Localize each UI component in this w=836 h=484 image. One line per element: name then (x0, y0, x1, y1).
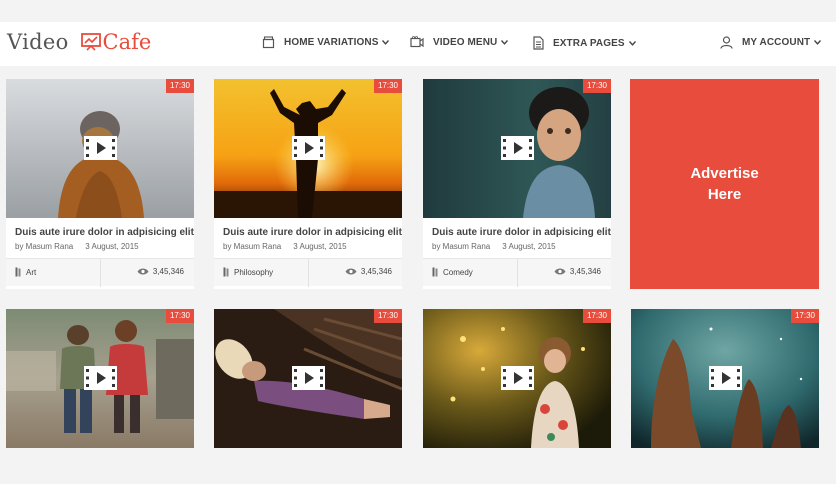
ad-line-1: Advertise (690, 165, 759, 182)
play-icon[interactable] (292, 366, 325, 390)
author[interactable]: by Masum Rana (223, 242, 281, 251)
video-card[interactable]: 17:30 Duis aute irure dolor in adpisicin… (214, 79, 402, 289)
category-label: Art (26, 267, 37, 277)
video-title[interactable]: Duis aute irure dolor in adpisicing elit (223, 227, 402, 238)
ad-line-2: Here (707, 186, 742, 203)
eye-icon (345, 268, 357, 275)
divider (100, 259, 101, 287)
play-icon[interactable] (84, 366, 117, 390)
publish-date: 3 August, 2015 (293, 242, 347, 251)
play-icon[interactable] (292, 136, 325, 160)
video-meta: by Masum Rana 3 August, 2015 (15, 242, 139, 251)
top-strip (0, 0, 836, 22)
video-card[interactable]: 17:30 Duis aute irure dolor in adpisicin… (6, 79, 194, 289)
views-label: 3,45,346 (152, 267, 184, 276)
play-icon[interactable] (501, 136, 534, 160)
eye-icon (554, 268, 566, 275)
duration-badge: 17:30 (582, 79, 611, 93)
views-label: 3,45,346 (360, 267, 392, 276)
nav-extra-pages[interactable]: EXTRA PAGES (533, 36, 636, 50)
card-footer: Art 3,45,346 (6, 258, 194, 287)
divider (517, 259, 518, 287)
books-icon (223, 267, 230, 277)
user-icon (720, 36, 733, 49)
eye-icon (137, 268, 149, 275)
chevron-down-icon (501, 39, 509, 45)
nav-label: EXTRA PAGES (553, 37, 625, 49)
presentation-chart-icon (80, 33, 101, 51)
category-label: Comedy (443, 267, 473, 277)
bottom-strip (0, 456, 836, 484)
books-icon (432, 267, 439, 277)
ad-text: Advertise Here (690, 163, 758, 205)
duration-badge: 17:30 (165, 309, 194, 323)
play-icon[interactable] (84, 136, 117, 160)
box-icon (262, 36, 275, 49)
duration-badge: 17:30 (373, 79, 402, 93)
nav-label: HOME VARIATIONS (284, 37, 379, 48)
view-count: 3,45,346 (554, 267, 601, 276)
video-camera-icon (410, 36, 424, 48)
nav-my-account[interactable]: MY ACCOUNT (720, 36, 822, 49)
category-link[interactable]: Art (15, 267, 36, 277)
card-footer: Comedy 3,45,346 (423, 258, 611, 287)
video-card[interactable]: 17:30 (423, 309, 611, 448)
duration-badge: 17:30 (373, 309, 402, 323)
video-card[interactable]: 17:30 (631, 309, 819, 448)
author[interactable]: by Masum Rana (432, 242, 490, 251)
video-meta: by Masum Rana 3 August, 2015 (223, 242, 347, 251)
video-title[interactable]: Duis aute irure dolor in adpisicing elit (15, 227, 194, 238)
nav-video-menu[interactable]: VIDEO MENU (410, 36, 509, 48)
site-logo[interactable]: Video Cafe (7, 30, 151, 54)
duration-badge: 17:30 (582, 309, 611, 323)
views-label: 3,45,346 (569, 267, 601, 276)
category-label: Philosophy (234, 267, 274, 277)
site-header: Video Cafe HOME VARIATIONS VIDEO MENU EX… (0, 22, 836, 66)
video-title[interactable]: Duis aute irure dolor in adpisicing elit (432, 227, 611, 238)
video-card[interactable]: 17:30 Duis aute irure dolor in adpisicin… (423, 79, 611, 289)
document-icon (533, 36, 544, 50)
logo-text-cafe: Cafe (102, 30, 152, 54)
card-footer: Philosophy 3,45,346 (214, 258, 402, 287)
nav-home-variations[interactable]: HOME VARIATIONS (262, 36, 390, 49)
category-link[interactable]: Comedy (432, 267, 473, 277)
advertisement-block[interactable]: Advertise Here (630, 79, 819, 289)
divider (308, 259, 309, 287)
logo-text-video: Video (7, 30, 69, 54)
publish-date: 3 August, 2015 (85, 242, 139, 251)
category-link[interactable]: Philosophy (223, 267, 273, 277)
play-icon[interactable] (501, 366, 534, 390)
author[interactable]: by Masum Rana (15, 242, 73, 251)
nav-label: MY ACCOUNT (742, 37, 811, 48)
play-icon[interactable] (709, 366, 742, 390)
duration-badge: 17:30 (790, 309, 819, 323)
video-meta: by Masum Rana 3 August, 2015 (432, 242, 556, 251)
books-icon (15, 267, 22, 277)
video-card[interactable]: 17:30 (6, 309, 194, 448)
chevron-down-icon (382, 40, 390, 45)
video-card[interactable]: 17:30 (214, 309, 402, 448)
nav-label: VIDEO MENU (433, 36, 498, 48)
view-count: 3,45,346 (345, 267, 392, 276)
chevron-down-icon (628, 40, 636, 46)
duration-badge: 17:30 (165, 79, 194, 93)
publish-date: 3 August, 2015 (502, 242, 556, 251)
view-count: 3,45,346 (137, 267, 184, 276)
chevron-down-icon (814, 40, 822, 45)
